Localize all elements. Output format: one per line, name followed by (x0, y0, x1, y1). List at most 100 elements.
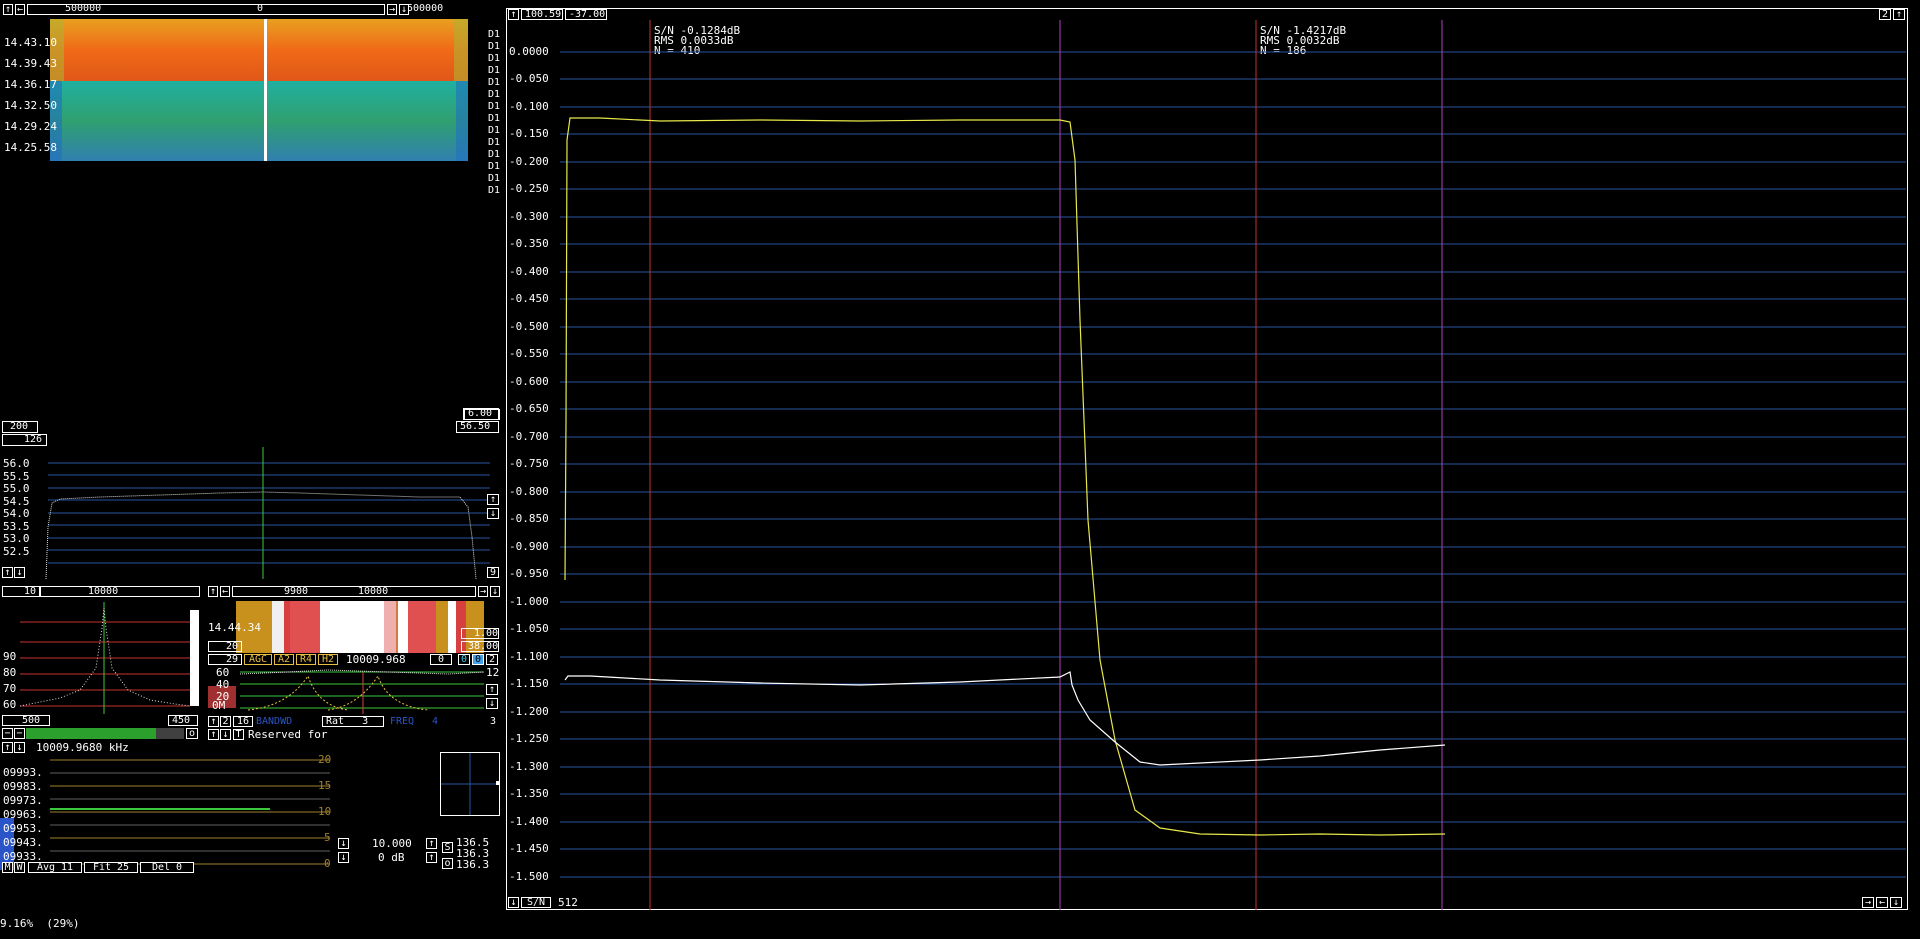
top-waterfall-panel: ↑ ← 500000 0 500000 → ↓ 14.43.10 14.39.4… (0, 0, 500, 420)
b-num-button[interactable]: 2 (220, 716, 231, 727)
fit-button[interactable]: Fit 25 (84, 862, 138, 873)
z2-button[interactable]: 0 (458, 654, 470, 665)
freq-graph[interactable] (0, 752, 336, 870)
del-button[interactable]: Del 0 (140, 862, 194, 873)
freq-graph-svg (0, 759, 330, 870)
main-right-up-button[interactable]: ↑ (1893, 9, 1905, 20)
step-up-button[interactable]: ↑ (426, 838, 437, 849)
step-down-button[interactable]: ↓ (338, 838, 349, 849)
z3-button[interactable]: 0 (472, 654, 484, 665)
mini-up-button[interactable]: ↑ (208, 586, 218, 597)
main-grid (560, 51, 1906, 878)
spectrum-bottom-down-button[interactable]: ↓ (14, 567, 25, 578)
small-spectrum-header-scale[interactable] (40, 586, 200, 597)
main-footer-down-button[interactable]: ↓ (508, 897, 519, 908)
freq-row-2: 09973. (3, 794, 43, 807)
z1-button[interactable]: 0 (430, 654, 452, 665)
mini-right-button[interactable]: → (478, 586, 488, 597)
freq-label[interactable]: FREQ (390, 717, 414, 727)
waterfall-value-left-text: 200 (10, 421, 29, 432)
c-up-button[interactable]: ↑ (208, 729, 219, 740)
d-marker: D1 (488, 161, 501, 172)
main-footer-down2-button[interactable]: ↓ (1890, 897, 1902, 908)
a2-button[interactable]: A2 (274, 654, 294, 665)
small-minus-button-1[interactable]: − (2, 728, 13, 739)
filter-down-button[interactable]: ↓ (486, 698, 498, 709)
agc-button[interactable]: AGC (244, 654, 272, 665)
db-down-button[interactable]: ↓ (338, 852, 349, 863)
mini-left-button[interactable]: ← (220, 586, 230, 597)
spectrum-graph[interactable] (0, 447, 500, 580)
small-spectrum-y-2: 70 (3, 682, 17, 695)
d-marker: D1 (488, 185, 501, 196)
small-spectrum-graph[interactable] (0, 598, 200, 714)
d-marker: D1 (488, 101, 501, 112)
spectrum-up-button[interactable]: ↑ (487, 494, 499, 505)
mini-waterfall-image[interactable] (236, 601, 484, 653)
small-o-button[interactable]: o (186, 728, 198, 739)
tuned-frequency[interactable]: 10009.968 (346, 654, 406, 666)
ctrl-number-text: 29 (226, 654, 239, 665)
w-button[interactable]: W (14, 862, 25, 873)
filter-level-3: 0M (212, 699, 226, 712)
o-button[interactable]: o (442, 858, 453, 869)
filter-up-button[interactable]: ↑ (486, 684, 498, 695)
spectrum-bottom-up-button[interactable]: ↑ (2, 567, 13, 578)
waterfall-value-a-text: 6.00 (468, 408, 493, 419)
main-y-16: -0.800 (509, 485, 549, 498)
mini-scale-bar[interactable] (232, 586, 476, 597)
main-footer-left-button[interactable]: ← (1876, 897, 1888, 908)
freq-scale-0: 20 (318, 753, 332, 766)
small-spectrum-bottom-left-text: 500 (22, 715, 41, 726)
small-spectrum-header-left-text: 10 (24, 586, 37, 597)
small-spectrum-y-0: 90 (3, 650, 17, 663)
waterfall-image[interactable] (50, 19, 468, 161)
r4-button[interactable]: R4 (296, 654, 316, 665)
main-y-1: -0.050 (509, 72, 549, 85)
d-marker: D1 (488, 137, 501, 148)
filter-graph[interactable] (208, 666, 488, 714)
level-bar[interactable] (26, 728, 184, 739)
spectrum-header-value-text: 126 (24, 434, 43, 445)
c-down-button[interactable]: ↓ (220, 729, 231, 740)
s-button[interactable]: S (442, 842, 453, 853)
d-marker: D1 (488, 41, 501, 52)
scope-box[interactable] (440, 752, 500, 816)
scroll-right-button-2[interactable]: ↓ (399, 4, 409, 15)
scroll-right-button[interactable]: → (387, 4, 397, 15)
freq-row-5: 09943. (3, 836, 43, 849)
h2-button[interactable]: H2 (318, 654, 338, 665)
c-t-button[interactable]: T (233, 729, 244, 740)
small-spectrum-bottom-right-text: 450 (172, 715, 191, 726)
main-graph[interactable] (560, 20, 1906, 910)
main-up-button[interactable]: ↑ (508, 9, 519, 20)
b-up-button[interactable]: ↑ (208, 716, 219, 727)
bandwidth-label[interactable]: BANDWD (256, 717, 292, 727)
avg-button[interactable]: Avg 11 (28, 862, 82, 873)
main-footer-value: 512 (558, 896, 578, 909)
main-footer-right-button[interactable]: → (1862, 897, 1874, 908)
small-minus-button-2[interactable]: − (14, 728, 25, 739)
main-y-24: -1.200 (509, 705, 549, 718)
freq-row-4: 09953. (3, 822, 43, 835)
b-16-button[interactable]: 16 (233, 716, 253, 727)
main-y-9: -0.450 (509, 292, 549, 305)
scroll-up-button[interactable]: ↑ (3, 4, 13, 15)
scroll-left-button[interactable]: ← (15, 4, 25, 15)
mini-scale-left: 9900 (284, 586, 309, 597)
step-value[interactable]: 10.000 (372, 838, 412, 850)
main-footer-sn-button[interactable]: S/N (521, 897, 551, 908)
main-right-number[interactable]: 2 (1879, 9, 1891, 20)
filter-graph-svg (208, 669, 485, 714)
mini-val-bot-text: 38.00 (468, 641, 499, 652)
small-spectrum-header-mid-text: 10000 (88, 586, 119, 597)
mini-down-button[interactable]: ↓ (490, 586, 500, 597)
m-button[interactable]: M (2, 862, 13, 873)
db-up-button[interactable]: ↑ (426, 852, 437, 863)
scale-mid-label: 0 (257, 3, 264, 14)
spectrum-down-button[interactable]: ↓ (487, 508, 499, 519)
reserved-label: Reserved for (248, 728, 328, 741)
right-2-button[interactable]: 2 (486, 654, 498, 665)
rat-button[interactable]: Rat 3 (322, 716, 384, 727)
db-value[interactable]: 0 dB (378, 852, 405, 864)
